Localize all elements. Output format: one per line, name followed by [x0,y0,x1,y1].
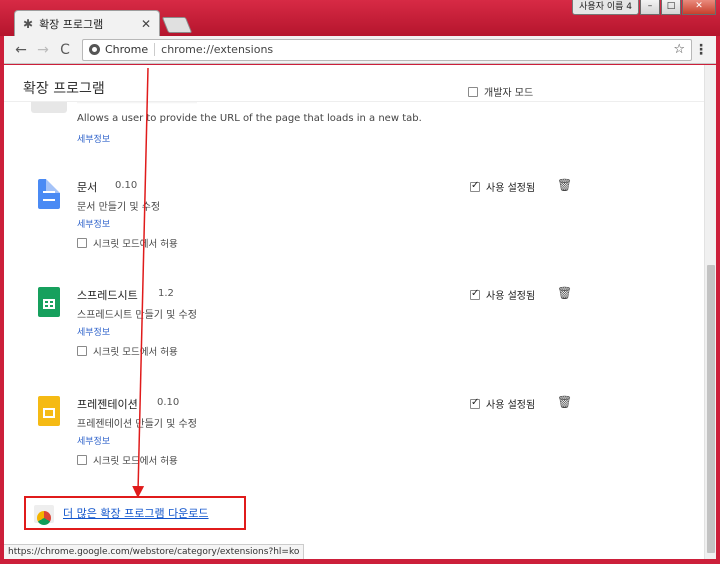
enabled-checkbox[interactable] [470,180,480,192]
url-text[interactable]: chrome://extensions [161,43,673,56]
developer-mode-toggle[interactable]: 개발자 모드 [468,84,533,99]
forward-icon[interactable]: → [32,42,54,58]
web-store-icon [34,505,54,525]
extension-name: 프레젠테이션 [77,398,138,411]
extension-name: 스프레드시트 [77,289,138,302]
maximize-button[interactable]: □ [661,0,681,15]
enabled-label: 사용 설정됨 [486,291,536,302]
window-controls: 사용자 이름 4 – □ ✕ [572,0,716,15]
bookmark-star-icon[interactable]: ☆ [673,42,685,57]
address-bar[interactable]: Chrome chrome://extensions ☆ [82,38,692,61]
incognito-checkbox[interactable] [77,346,87,356]
scrollbar-thumb[interactable] [707,265,715,553]
page-title: 확장 프로그램 [23,81,105,97]
page-header: 확장 프로그램 개발자 모드 [4,65,704,102]
extension-version: 1.2 [158,288,174,299]
extension-description: 문서 만들기 및 수정 [77,202,161,213]
reload-icon[interactable]: C [54,42,76,58]
extension-item-partial: Allows a user to provide the URL of the … [4,97,704,145]
enabled-checkbox[interactable] [470,397,480,409]
details-link[interactable]: 세부정보 [77,434,110,447]
slides-icon [38,396,60,426]
details-link[interactable]: 세부정보 [77,325,110,338]
extension-version: 0.10 [115,180,138,191]
extension-version: 0.10 [157,397,180,408]
close-window-button[interactable]: ✕ [682,0,716,15]
extension-description: Allows a user to provide the URL of the … [77,113,422,124]
menu-icon[interactable]: ⋮ [692,42,710,58]
trash-icon[interactable]: 🗑 [557,286,572,300]
enabled-label: 사용 설정됨 [486,183,536,194]
enabled-checkbox[interactable] [470,288,480,300]
developer-mode-checkbox[interactable] [468,86,478,97]
minimize-button[interactable]: – [640,0,660,15]
more-extensions-link[interactable]: 더 많은 확장 프로그램 다운로드 [63,505,209,521]
chrome-icon [89,44,100,55]
extension-description: 스프레드시트 만들기 및 수정 [77,310,197,321]
incognito-label: 시크릿 모드에서 허용 [93,347,178,358]
trash-icon[interactable]: 🗑 [557,178,572,192]
developer-mode-label: 개발자 모드 [484,88,534,99]
extensions-page: 확장 프로그램 개발자 모드 Allows a user to provide … [4,65,704,559]
docs-icon [38,179,60,209]
more-extensions-highlight: 더 많은 확장 프로그램 다운로드 [24,496,246,530]
puzzle-icon: ✱ [23,17,34,31]
browser-window: 사용자 이름 4 – □ ✕ ✱ 확장 프로그램 ✕ ← → C Chrome … [0,0,720,564]
incognito-toggle[interactable]: 시크릿 모드에서 허용 [77,453,178,467]
details-link[interactable]: 세부정보 [77,217,110,230]
incognito-toggle[interactable]: 시크릿 모드에서 허용 [77,236,178,250]
site-chip[interactable]: Chrome [105,43,156,56]
tab-extensions[interactable]: ✱ 확장 프로그램 ✕ [14,10,160,37]
tab-close-icon[interactable]: ✕ [141,17,151,31]
sheets-icon [38,287,60,317]
trash-icon[interactable]: 🗑 [557,395,572,409]
incognito-label: 시크릿 모드에서 허용 [93,456,178,467]
enabled-toggle[interactable]: 사용 설정됨 [470,287,535,302]
enabled-toggle[interactable]: 사용 설정됨 [470,179,535,194]
tab-title: 확장 프로그램 [39,18,104,31]
profile-button[interactable]: 사용자 이름 4 [572,0,639,15]
details-link[interactable]: 세부정보 [77,132,110,145]
enabled-label: 사용 설정됨 [486,400,536,411]
browser-toolbar: ← → C Chrome chrome://extensions ☆ ⋮ [4,36,716,64]
incognito-toggle[interactable]: 시크릿 모드에서 허용 [77,344,178,358]
status-bar: https://chrome.google.com/webstore/categ… [4,544,305,559]
vertical-scrollbar[interactable] [704,65,716,559]
incognito-label: 시크릿 모드에서 허용 [93,239,178,250]
incognito-checkbox[interactable] [77,455,87,465]
incognito-checkbox[interactable] [77,238,87,248]
enabled-toggle[interactable]: 사용 설정됨 [470,396,535,411]
extension-name: 문서 [77,181,98,194]
back-icon[interactable]: ← [10,42,32,58]
extension-description: 프레젠테이션 만들기 및 수정 [77,419,197,430]
